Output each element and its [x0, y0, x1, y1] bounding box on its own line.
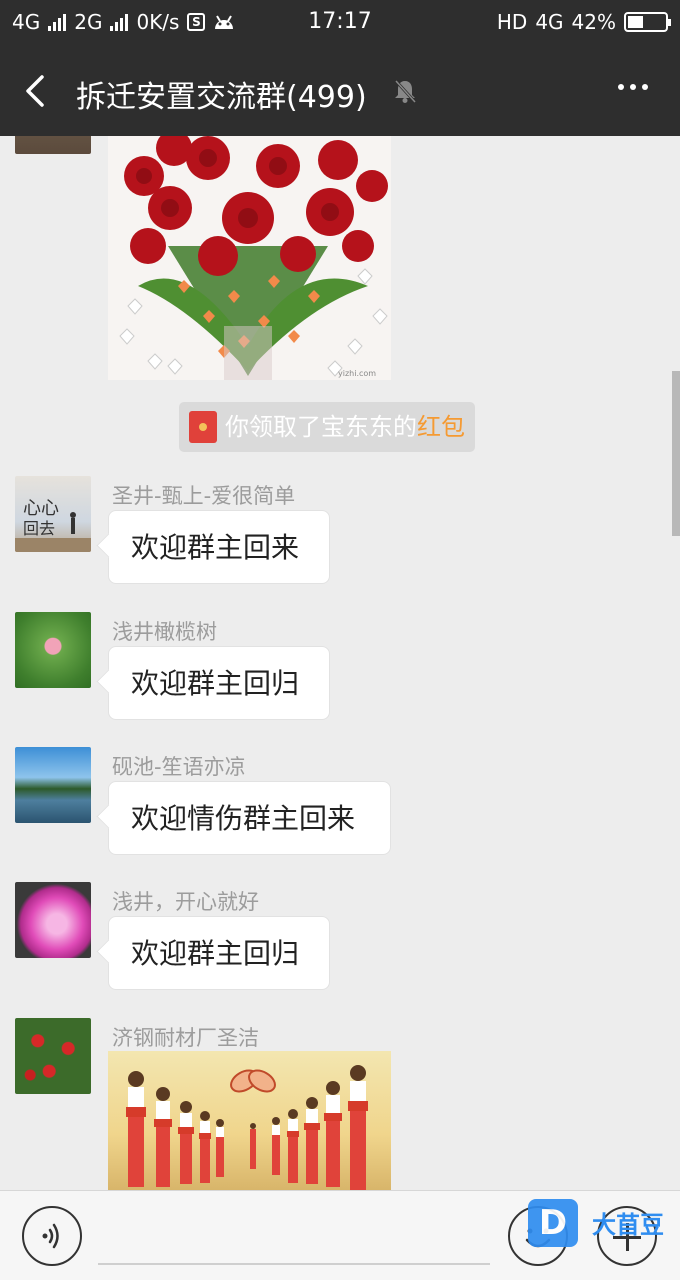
message-bubble[interactable]: 欢迎群主回归: [108, 646, 330, 720]
watermark-logo: D: [528, 1199, 578, 1247]
chat-header: 拆迁安置交流群(499): [0, 46, 680, 136]
avatar-calligraphy: 心心: [23, 498, 59, 519]
input-bar: D 大苜豆: [0, 1190, 680, 1280]
battery-icon: [624, 12, 671, 32]
red-packet-icon: [189, 411, 217, 443]
avatar[interactable]: [15, 747, 91, 823]
sender-name: 浅井橄榄树: [112, 620, 217, 644]
status-bar: 4G 2G 0K/s S 17:17 HD 4G 42%: [0, 0, 680, 46]
avatar[interactable]: [15, 136, 91, 154]
scrollbar[interactable]: [672, 371, 680, 536]
network-label: 4G: [535, 10, 564, 34]
battery-percent: 42%: [571, 10, 616, 34]
image-message-roses[interactable]: yizhi.com: [108, 136, 391, 380]
message-list[interactable]: yizhi.com 你领取了宝东东的 红包 心心 回去 圣井-甄上-爱很简单 欢迎…: [0, 136, 680, 1190]
watermark-text: 大苜豆: [592, 1211, 664, 1239]
bell-off-icon: [394, 79, 417, 104]
voice-icon: [42, 1223, 59, 1249]
sender-name: 圣井-甄上-爱很简单: [112, 484, 296, 508]
chat-title: 拆迁安置交流群(499): [76, 80, 367, 115]
system-notice-text: 你领取了宝东东的: [225, 413, 417, 441]
back-icon[interactable]: [22, 74, 52, 108]
sender-name: 砚池-笙语亦凉: [112, 755, 246, 779]
avatar[interactable]: [15, 882, 91, 958]
avatar[interactable]: 心心 回去: [15, 476, 91, 552]
image-watermark: yizhi.com: [338, 369, 376, 378]
hd-label: HD: [496, 10, 528, 34]
message-input[interactable]: [98, 1205, 490, 1265]
red-packet-link[interactable]: 红包: [417, 402, 465, 452]
svg-text:回去: 回去: [23, 519, 55, 538]
avatar[interactable]: [15, 612, 91, 688]
voice-button[interactable]: [22, 1206, 82, 1266]
message-bubble[interactable]: 欢迎群主回来: [108, 510, 330, 584]
message-bubble[interactable]: 欢迎群主回归: [108, 916, 330, 990]
sender-name: 济钢耐材厂圣洁: [112, 1026, 259, 1050]
more-button[interactable]: [618, 84, 648, 90]
system-notice: 你领取了宝东东的 红包: [179, 402, 475, 452]
image-message-welcome[interactable]: [108, 1051, 391, 1190]
message-bubble[interactable]: 欢迎情伤群主回来: [108, 781, 391, 855]
avatar[interactable]: [15, 1018, 91, 1094]
sender-name: 浅井，开心就好: [112, 890, 259, 914]
